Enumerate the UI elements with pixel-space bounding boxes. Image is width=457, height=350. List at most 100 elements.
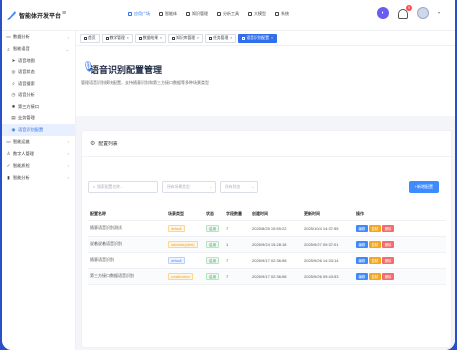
delete-button[interactable]: 删除 — [382, 240, 394, 248]
sidebar-item[interactable]: ♙ 数字人管理 › — [2, 148, 75, 160]
app-switch-icon[interactable]: ◐ — [376, 6, 389, 19]
tab[interactable]: 语音识别配置 × — [238, 33, 278, 43]
sidebar-item-label: 智能语音 — [13, 46, 30, 51]
avatar[interactable] — [416, 6, 429, 19]
cell-actions: 编辑 复制 删除 — [354, 252, 446, 269]
chevron-icon: ⌄ — [65, 46, 69, 52]
mic-icon: 🎙︎ — [82, 62, 95, 73]
cell-type: default — [166, 252, 204, 269]
config-list-card: ⚙ 配置列表 ⌕ 搜索配置名称... 所有场景类型 ⌄ 所有状态 ⌄ +新增配置 — [81, 130, 452, 348]
tab[interactable]: 知识库管理 × — [168, 33, 204, 43]
top-bar: 智能体开发平台 ≡ 应用广场 智能体 知识管理 分析工具 大模型 系统 ◐ 9 ▾ — [2, 0, 455, 31]
sidebar-item[interactable]: ✹ 第三方接口 — [2, 101, 75, 113]
grid-icon — [128, 12, 132, 16]
sidebar-item-label: 第三方接口 — [18, 103, 39, 109]
copy-button[interactable]: 复制 — [369, 256, 381, 264]
edit-button[interactable]: 编辑 — [356, 272, 368, 280]
cell-updated: 2025/9/27 09:37:01 — [302, 236, 354, 253]
menu-toggle-icon[interactable]: ≡ — [62, 10, 66, 17]
delete-button[interactable]: 删除 — [382, 256, 394, 264]
tab-icon — [209, 36, 213, 40]
topnav-label: 系统 — [281, 11, 289, 16]
topnav-label: 智能体 — [165, 11, 177, 16]
topnav-item[interactable]: 智能体 — [159, 11, 177, 17]
cell-count: 1 — [224, 236, 250, 253]
target-icon: ◎ — [11, 69, 16, 75]
search-input[interactable]: ⌕ 搜索配置名称... — [88, 181, 158, 193]
cell-status: 启用 — [204, 252, 224, 269]
close-icon[interactable]: × — [127, 36, 129, 40]
book-icon — [186, 12, 190, 16]
close-icon[interactable]: × — [230, 36, 232, 40]
close-icon[interactable]: × — [271, 36, 273, 40]
copy-button[interactable]: 复制 — [369, 224, 381, 232]
edit-button[interactable]: 编辑 — [356, 256, 368, 264]
sidebar-item-label: 语音搜索 — [18, 80, 35, 86]
cell-count: 7 — [224, 220, 250, 237]
tab[interactable]: 数据结果 × — [134, 33, 167, 43]
table-header-row: 配置名称 场景类型 状态 字段数量 创建时间 更新时间 操作 — [88, 208, 446, 221]
status-select[interactable]: 所有状态 ⌄ — [220, 181, 258, 193]
new-config-button[interactable]: +新增配置 — [408, 181, 439, 193]
cell-type-tag: default — [168, 224, 185, 232]
chevron-down-icon: ⌄ — [209, 185, 212, 189]
tab-label: 任务管理 — [213, 35, 229, 40]
topnav-item[interactable]: 系统 — [275, 11, 289, 17]
sidebar-item[interactable]: ◷ 语音分析 — [2, 90, 75, 102]
sidebar-item[interactable]: ▭ 智能运维 › — [2, 136, 75, 148]
topnav-item[interactable]: 大模型 — [248, 11, 266, 17]
page-header: 🎙︎ 语音识别配置管理 管理语音识别模块配置，支持随意识别和第三方接口数据等多种… — [76, 46, 455, 116]
bell-icon[interactable]: 9 — [397, 5, 412, 19]
sidebar-item[interactable]: ◎ 语音状态 — [2, 67, 75, 79]
tab[interactable]: 首页 — [80, 33, 100, 43]
config-table: 配置名称 场景类型 状态 字段数量 创建时间 更新时间 操作 随意语音识别测试 default… — [88, 208, 446, 285]
delete-button[interactable]: 删除 — [382, 272, 394, 280]
edit-button[interactable]: 编辑 — [356, 224, 368, 232]
sidebar-item-label: 智能运维 — [13, 138, 30, 144]
card-title: 配置列表 — [98, 142, 118, 147]
delete-button[interactable]: 删除 — [382, 224, 394, 232]
tab[interactable]: 任务管理 × — [205, 33, 237, 43]
cell-updated: 2025/9/26 09:43:53 — [302, 268, 354, 285]
cell-type: default — [166, 220, 204, 237]
copy-button[interactable]: 复制 — [369, 240, 381, 248]
gear-icon — [275, 12, 279, 16]
sidebar-item[interactable]: ◉ 语音识别配置 — [2, 124, 75, 136]
sidebar-item[interactable]: ⌕ 语音搜索 — [2, 78, 75, 90]
close-icon[interactable]: × — [197, 36, 199, 40]
close-icon[interactable]: × — [160, 36, 162, 40]
sidebar-item-label: 智能质检 — [13, 162, 30, 168]
cell-status: 启用 — [204, 236, 224, 253]
sidebar-item[interactable]: ▭ 数据分析 › — [2, 31, 75, 43]
mic-icon: ◉ — [11, 126, 16, 132]
tab-icon — [105, 36, 109, 40]
sidebar-item[interactable]: ⌕ 智能语音 ⌄ — [2, 43, 75, 55]
type-select[interactable]: 所有场景类型 ⌄ — [162, 181, 216, 193]
topnav-item[interactable]: 分析工具 — [217, 11, 239, 17]
copy-button[interactable]: 复制 — [369, 272, 381, 280]
avatar-caret-icon[interactable]: ▾ — [438, 10, 440, 15]
sidebar-item[interactable]: ▮ 智能分析 › — [2, 172, 75, 184]
sidebar-item[interactable]: ➤ 语音地图 — [2, 55, 75, 67]
topnav-item[interactable]: 知识管理 — [186, 11, 208, 17]
tab-label: 知识库管理 — [176, 35, 196, 40]
check-icon: ✓ — [6, 162, 11, 168]
edit-button[interactable]: 编辑 — [356, 240, 368, 248]
sidebar-item-label: 语音识别配置 — [18, 126, 44, 132]
search-icon: ⌕ — [93, 185, 96, 189]
cell-status-tag: 启用 — [206, 256, 219, 264]
logo-icon — [7, 11, 16, 20]
column-header: 场景类型 — [166, 208, 204, 221]
sidebar-item[interactable]: ▤ 业务管理 — [2, 113, 75, 125]
cell-status-tag: 启用 — [206, 240, 219, 248]
page-title: 语音识别配置管理 — [90, 65, 163, 75]
action-group: 编辑 复制 删除 — [356, 272, 446, 280]
tab-icon — [172, 36, 176, 40]
cell-type: construction — [166, 268, 204, 285]
tab[interactable]: 教学管理 × — [101, 33, 133, 43]
app-window: 智能体开发平台 ≡ 应用广场 智能体 知识管理 分析工具 大模型 系统 ◐ 9 ▾ ▭ 数据… — [2, 0, 455, 350]
topnav-item[interactable]: 应用广场 — [128, 11, 150, 17]
sidebar-item[interactable]: ✓ 智能质检 › — [2, 160, 75, 172]
search-icon: ⌕ — [7, 46, 10, 52]
tab-icon — [138, 36, 142, 40]
